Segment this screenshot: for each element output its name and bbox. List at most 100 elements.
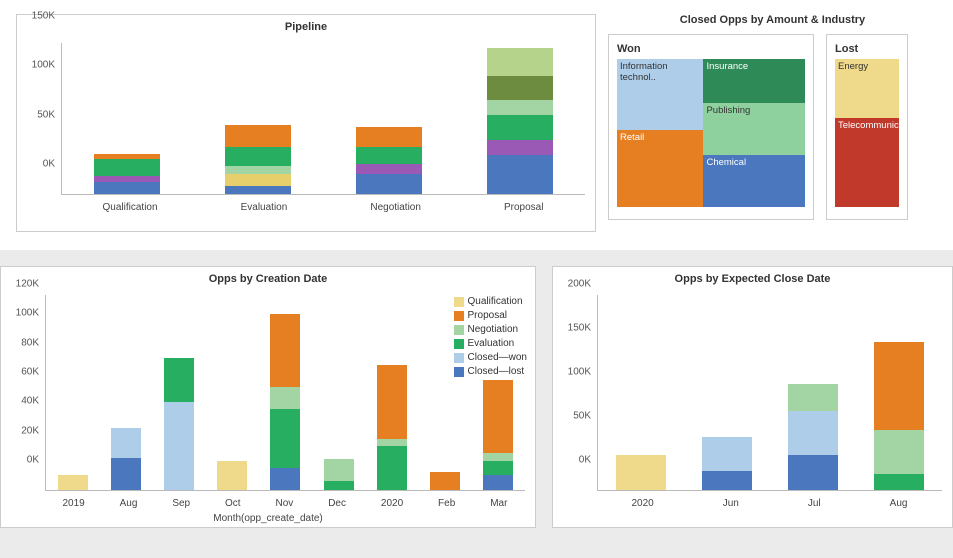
legend-item: Evaluation [454, 337, 527, 351]
legend-label: Qualification [468, 295, 523, 309]
bar-segment [217, 461, 247, 490]
x-tick: Jun [723, 498, 739, 509]
legend-swatch [454, 339, 464, 349]
bar-segment [788, 455, 838, 490]
y-tick: 40K [21, 396, 39, 407]
legend-swatch [454, 311, 464, 321]
creation-date-legend: QualificationProposalNegotiationEvaluati… [454, 295, 527, 379]
legend-swatch [454, 367, 464, 377]
bar-segment [702, 471, 752, 490]
bar-segment [225, 174, 291, 186]
bar-segment [377, 365, 407, 438]
bar-segment [356, 164, 422, 174]
y-tick: 50K [573, 411, 591, 422]
bar-segment [111, 428, 141, 457]
x-tick: Feb [438, 498, 455, 509]
treemap-lost: Lost EnergyTelecommunic.. [826, 34, 908, 220]
bar-segment [225, 186, 291, 194]
closed-opps-title: Closed Opps by Amount & Industry [608, 14, 937, 34]
treemap-cell[interactable]: Insurance [703, 59, 805, 103]
bar-segment [225, 166, 291, 174]
x-tick: Qualification [103, 202, 158, 213]
bar-segment [487, 140, 553, 155]
lost-label: Lost [835, 43, 899, 55]
closed-opps-panel: Closed Opps by Amount & Industry Won Inf… [608, 14, 937, 232]
treemap-cell[interactable]: Telecommunic.. [835, 118, 899, 207]
bar-segment [483, 475, 513, 490]
bar-segment [487, 48, 553, 76]
legend-label: Proposal [468, 309, 507, 323]
bar-segment [164, 358, 194, 402]
legend-item: Closed—won [454, 351, 527, 365]
bar-segment [111, 458, 141, 490]
y-tick: 200K [568, 279, 591, 290]
y-tick: 100K [16, 308, 39, 319]
bar-segment [94, 159, 160, 177]
legend-item: Proposal [454, 309, 527, 323]
expected-close-chart: 0K50K100K150K200K 2020JunJulAug [553, 289, 952, 513]
pipeline-chart-panel: Pipeline 0K50K100K150K QualificationEval… [16, 14, 596, 232]
x-tick: 2019 [62, 498, 84, 509]
bar-segment [270, 409, 300, 468]
treemap-won: Won Information technol..RetailInsurance… [608, 34, 814, 220]
bar-segment [164, 402, 194, 490]
expected-close-title: Opps by Expected Close Date [553, 267, 952, 289]
bar-segment [94, 182, 160, 194]
x-tick: Nov [275, 498, 293, 509]
y-tick: 100K [568, 367, 591, 378]
y-tick: 0K [27, 455, 39, 466]
creation-xlabel: Month(opp_create_date) [1, 513, 535, 524]
bar-segment [874, 474, 924, 490]
bar-segment [788, 411, 838, 455]
legend-label: Negotiation [468, 323, 519, 337]
treemap-cell[interactable]: Chemical [703, 155, 805, 207]
bar-segment [788, 384, 838, 410]
bar-segment [487, 100, 553, 115]
legend-item: Closed—lost [454, 365, 527, 379]
bar-segment [324, 459, 354, 481]
bar-segment [377, 446, 407, 490]
bar-segment [225, 147, 291, 167]
treemap-cell[interactable]: Retail [617, 130, 703, 207]
bar-segment [702, 437, 752, 470]
legend-swatch [454, 325, 464, 335]
bar-segment [483, 461, 513, 476]
x-tick: Aug [120, 498, 138, 509]
bar-segment [874, 430, 924, 474]
legend-label: Evaluation [468, 337, 515, 351]
bar-segment [225, 125, 291, 147]
x-tick: Oct [225, 498, 241, 509]
bar-segment [487, 155, 553, 194]
x-tick: Sep [172, 498, 190, 509]
y-tick: 120K [16, 279, 39, 290]
x-tick: Evaluation [241, 202, 288, 213]
creation-date-title: Opps by Creation Date [1, 267, 535, 289]
y-tick: 60K [21, 367, 39, 378]
legend-item: Qualification [454, 295, 527, 309]
bar-segment [356, 174, 422, 194]
bar-segment [58, 475, 88, 490]
x-tick: 2020 [381, 498, 403, 509]
bar-segment [270, 468, 300, 490]
creation-date-chart: 0K20K40K60K80K100K120K 2019AugSepOctNovD… [1, 289, 535, 513]
x-tick: Jul [808, 498, 821, 509]
bar-segment [483, 453, 513, 460]
y-tick: 50K [37, 109, 55, 120]
x-tick: Mar [490, 498, 507, 509]
legend-item: Negotiation [454, 323, 527, 337]
x-tick: Aug [890, 498, 908, 509]
legend-swatch [454, 353, 464, 363]
x-tick: Dec [328, 498, 346, 509]
x-tick: Negotiation [370, 202, 421, 213]
creation-date-panel: Opps by Creation Date 0K20K40K60K80K100K… [0, 266, 536, 528]
y-tick: 80K [21, 337, 39, 348]
expected-close-panel: Opps by Expected Close Date 0K50K100K150… [552, 266, 953, 528]
treemap-cell[interactable]: Publishing [703, 103, 805, 155]
bar-segment [487, 115, 553, 140]
won-label: Won [617, 43, 805, 55]
bar-segment [356, 127, 422, 147]
bar-segment [430, 472, 460, 490]
bar-segment [483, 380, 513, 453]
treemap-cell[interactable]: Energy [835, 59, 899, 118]
treemap-cell[interactable]: Information technol.. [617, 59, 703, 130]
